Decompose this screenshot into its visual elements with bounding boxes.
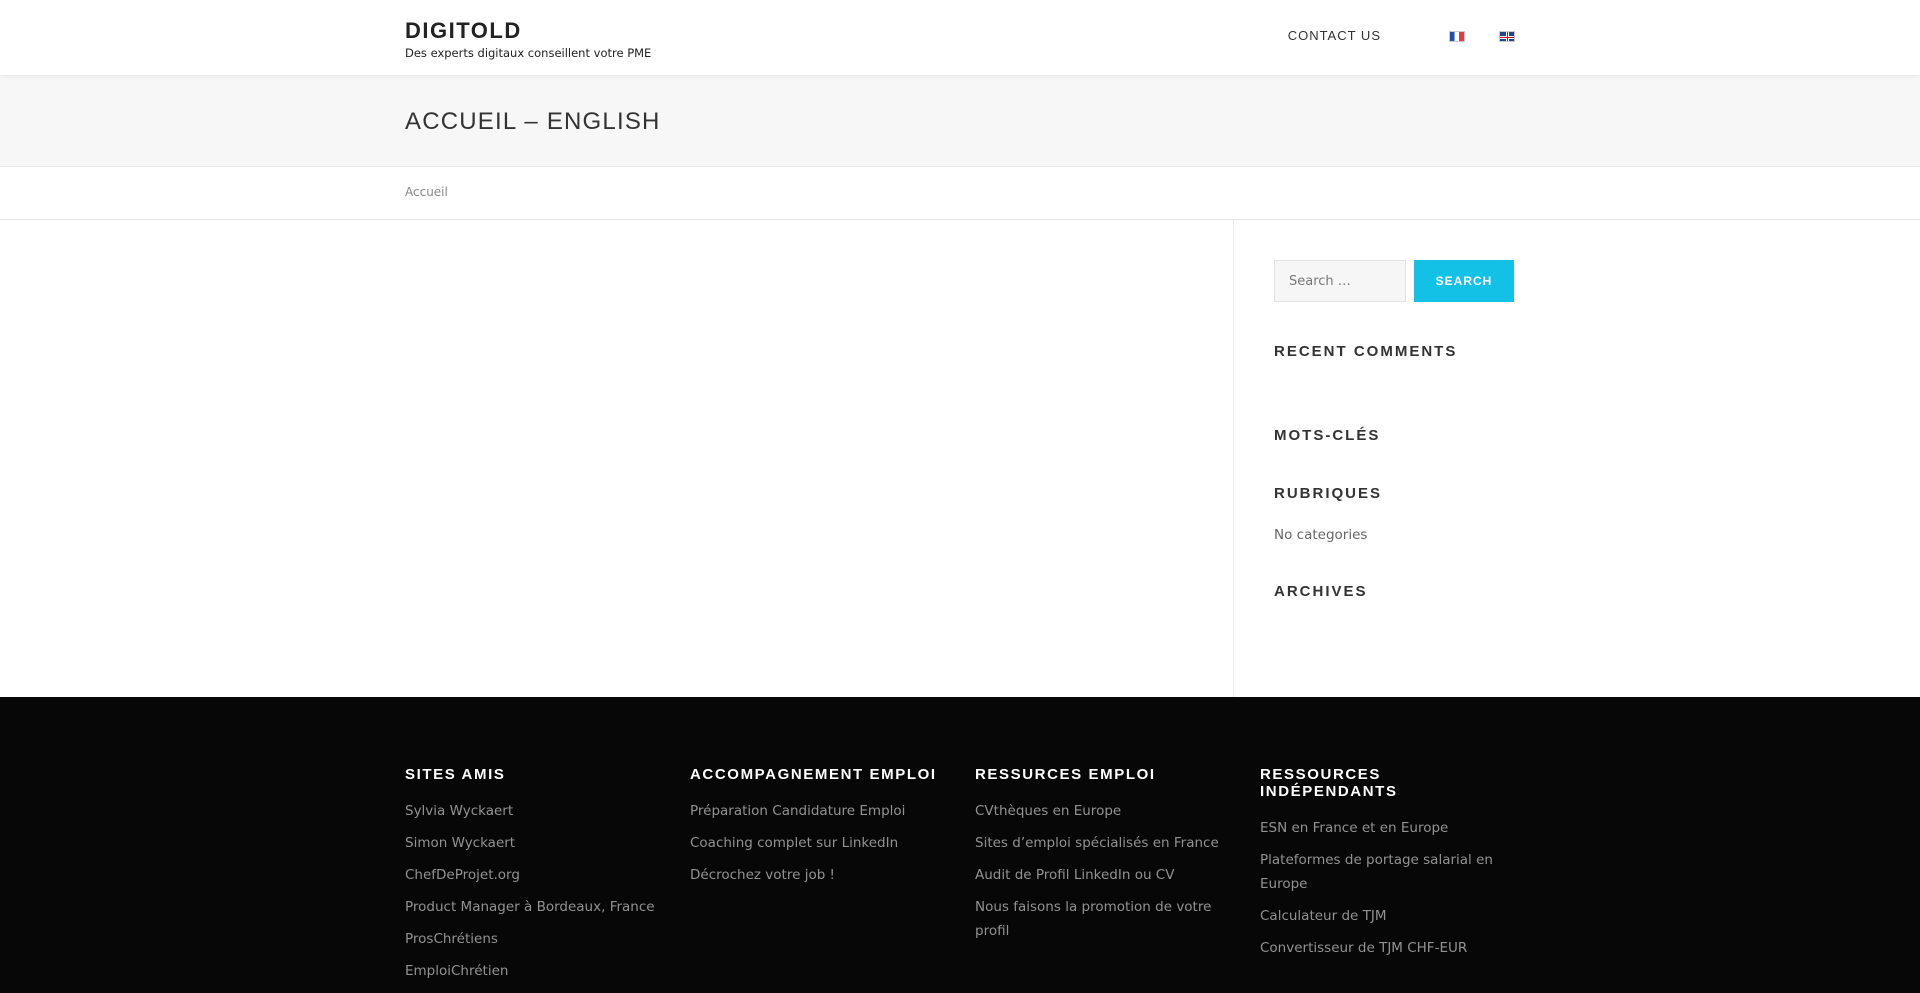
footer-link[interactable]: Convertisseur de TJM CHF-EUR	[1260, 940, 1467, 956]
archives-title: ARCHIVES	[1274, 583, 1368, 600]
footer-column-accompagnement-emploi: ACCOMPAGNEMENT EMPLOI Préparation Candid…	[690, 766, 940, 895]
site-title-link[interactable]: DIGITOLD	[405, 18, 522, 43]
footer-column-title: RESSURCES EMPLOI	[975, 766, 1156, 783]
sidebar-divider	[1233, 220, 1234, 697]
footer-column-sites-amis: SITES AMIS Sylvia Wyckaert Simon Wyckaer…	[405, 766, 655, 991]
footer-link[interactable]: EmploiChrétien	[405, 963, 508, 979]
footer-link[interactable]: ChefDeProjet.org	[405, 867, 520, 883]
footer-column-ressources-independants: RESSOURCES INDÉPENDANTS ESN en France et…	[1260, 766, 1510, 968]
en-flag-icon[interactable]	[1499, 31, 1515, 42]
footer-link-list: Préparation Candidature Emploi Coaching …	[690, 799, 940, 887]
footer-link-list: Sylvia Wyckaert Simon Wyckaert ChefDePro…	[405, 799, 655, 983]
footer-link[interactable]: ESN en France et en Europe	[1260, 820, 1448, 836]
footer-link-list: CVthèques en Europe Sites d’emploi spéci…	[975, 799, 1225, 943]
footer-link[interactable]: Audit de Profil LinkedIn ou CV	[975, 867, 1174, 883]
breadcrumb-home[interactable]: Accueil	[405, 185, 448, 199]
search-button[interactable]: SEARCH	[1414, 260, 1514, 302]
sidebar: SEARCH RECENT COMMENTS MOTS-CLÉS RUBRIQU…	[1274, 260, 1514, 600]
footer-link[interactable]: Product Manager à Bordeaux, France	[405, 899, 655, 915]
footer-link[interactable]: Coaching complet sur LinkedIn	[690, 835, 898, 851]
footer-column-title: RESSOURCES INDÉPENDANTS	[1260, 766, 1398, 800]
search-input[interactable]	[1274, 260, 1406, 302]
footer-link[interactable]: CVthèques en Europe	[975, 803, 1121, 819]
footer-link[interactable]: ProsChrétiens	[405, 931, 498, 947]
footer-link[interactable]: Calculateur de TJM	[1260, 908, 1387, 924]
site-footer: SITES AMIS Sylvia Wyckaert Simon Wyckaer…	[0, 697, 1920, 993]
categories-empty-text: No categories	[1274, 527, 1368, 543]
fr-flag-icon[interactable]	[1449, 31, 1465, 42]
footer-link[interactable]: Sylvia Wyckaert	[405, 803, 513, 819]
footer-column-ressurces-emploi: RESSURCES EMPLOI CVthèques en Europe Sit…	[975, 766, 1225, 951]
site-header: DIGITOLD Des experts digitaux conseillen…	[0, 0, 1920, 75]
footer-link[interactable]: Nous faisons la promotion de votre profi…	[975, 899, 1211, 939]
footer-column-title: ACCOMPAGNEMENT EMPLOI	[690, 766, 937, 783]
recent-comments-title: RECENT COMMENTS	[1274, 343, 1458, 360]
footer-link[interactable]: Décrochez votre job !	[690, 867, 835, 883]
footer-link[interactable]: Préparation Candidature Emploi	[690, 803, 905, 819]
breadcrumb-bar: Accueil	[0, 167, 1920, 220]
categories-title: RUBRIQUES	[1274, 485, 1383, 502]
brand: DIGITOLD Des experts digitaux conseillen…	[405, 18, 651, 60]
site-tagline: Des experts digitaux conseillent votre P…	[405, 46, 652, 60]
footer-column-title: SITES AMIS	[405, 766, 506, 783]
page-header: ACCUEIL – ENGLISH	[0, 75, 1920, 167]
main-nav: CONTACT US	[1288, 28, 1515, 43]
tags-title: MOTS-CLÉS	[1274, 427, 1381, 444]
nav-contact-us[interactable]: CONTACT US	[1288, 28, 1381, 43]
footer-link[interactable]: Plateformes de portage salarial en Europ…	[1260, 852, 1493, 892]
page-title: ACCUEIL – ENGLISH	[405, 108, 661, 135]
content-area: SEARCH RECENT COMMENTS MOTS-CLÉS RUBRIQU…	[0, 220, 1920, 697]
search-form: SEARCH	[1274, 260, 1514, 302]
footer-link[interactable]: Sites d’emploi spécialisés en France	[975, 835, 1219, 851]
footer-link[interactable]: Simon Wyckaert	[405, 835, 515, 851]
footer-link-list: ESN en France et en Europe Plateformes d…	[1260, 816, 1510, 960]
